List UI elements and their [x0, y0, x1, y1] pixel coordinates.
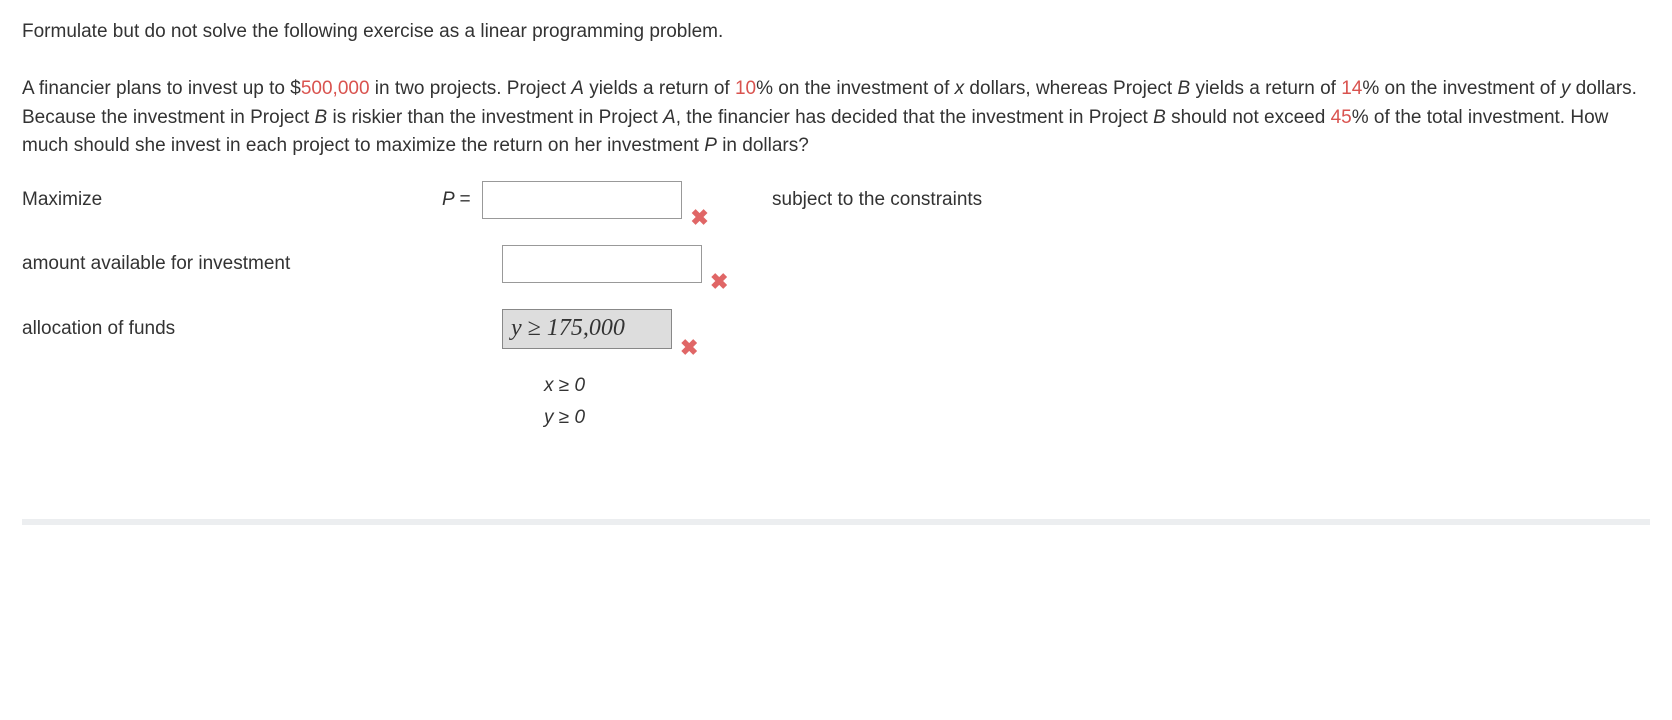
amount-value: 500,000 [301, 78, 370, 99]
row-maximize: Maximize P = ✖ subject to the constraint… [22, 181, 1650, 219]
row-amount-available: amount available for investment ✖ [22, 245, 1650, 283]
work-area: Maximize P = ✖ subject to the constraint… [22, 181, 1650, 429]
divider [22, 519, 1650, 525]
objective-input[interactable] [482, 181, 682, 219]
wrong-icon: ✖ [710, 269, 728, 295]
label-amount-available: amount available for investment [22, 253, 442, 275]
subject-to-text: subject to the constraints [772, 189, 982, 211]
pct-limit: 45 [1331, 107, 1352, 128]
prompt-instruction: Formulate but do not solve the following… [22, 18, 1650, 47]
pct-a: 10 [735, 78, 756, 99]
wrong-icon: ✖ [680, 335, 698, 361]
p-equals: P = [442, 189, 470, 211]
amount-constraint-input[interactable] [502, 245, 702, 283]
label-maximize: Maximize [22, 189, 442, 211]
nonnegativity-constraints: x ≥ 0 y ≥ 0 [442, 375, 1650, 429]
y-nonneg: y ≥ 0 [442, 407, 1650, 429]
problem-prompt: Formulate but do not solve the following… [22, 18, 1650, 161]
wrong-icon: ✖ [690, 205, 708, 231]
row-allocation: allocation of funds y ≥ 175,000 ✖ [22, 309, 1650, 349]
pct-b: 14 [1341, 78, 1362, 99]
x-nonneg: x ≥ 0 [442, 375, 1650, 397]
label-allocation: allocation of funds [22, 318, 442, 340]
allocation-constraint-input[interactable]: y ≥ 175,000 [502, 309, 672, 349]
